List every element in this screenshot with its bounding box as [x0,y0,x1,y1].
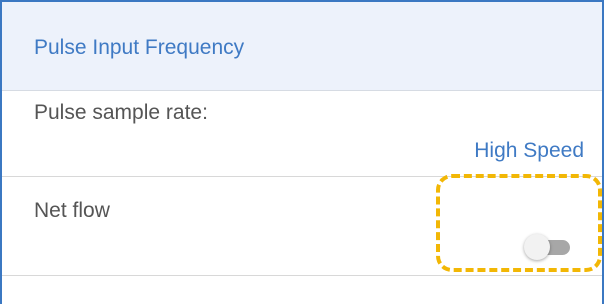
pulse-sample-rate-row[interactable]: Pulse sample rate: High Speed [2,91,602,177]
settings-panel: Pulse Input Frequency Pulse sample rate:… [0,0,604,304]
section-header: Pulse Input Frequency [2,2,602,91]
pulse-sample-rate-label: Pulse sample rate: [34,101,208,124]
section-title: Pulse Input Frequency [34,36,245,59]
net-flow-row: Net flow [2,177,602,276]
net-flow-toggle[interactable] [524,234,574,260]
pulse-sample-rate-value[interactable]: High Speed [474,139,584,163]
net-flow-label: Net flow [34,199,110,222]
toggle-thumb [524,234,550,260]
